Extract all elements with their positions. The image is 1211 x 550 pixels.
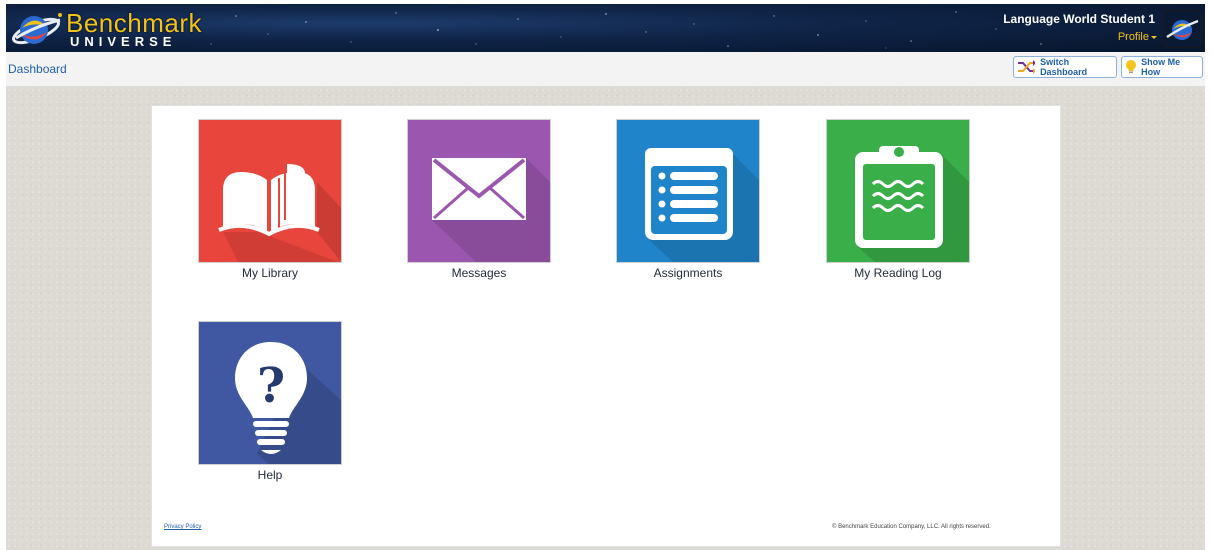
tile-my-reading-log[interactable] [826, 119, 970, 263]
clipboard-icon [855, 146, 969, 262]
avatar[interactable] [1163, 10, 1201, 48]
lightbulb-question-icon: ? [235, 342, 341, 464]
planet-avatar-icon [1166, 19, 1199, 40]
top-header: Benchmark UNIVERSE Language World Studen… [6, 4, 1205, 52]
shuffle-icon [1018, 60, 1036, 74]
show-me-how-button[interactable]: Show Me How [1121, 56, 1203, 78]
tile-help[interactable]: ? [198, 321, 342, 465]
dashboard-toolbar: Dashboard Switch Dashboard Show Me How [6, 52, 1205, 87]
tile-label-messages[interactable]: Messages [399, 266, 559, 280]
tile-label-my-library[interactable]: My Library [190, 266, 350, 280]
svg-text:?: ? [257, 358, 285, 414]
list-icon [645, 148, 759, 262]
user-name: Language World Student 1 [1003, 12, 1155, 26]
copyright-text: © Benchmark Education Company, LLC. All … [832, 524, 991, 530]
tile-my-library[interactable] [198, 119, 342, 263]
tile-label-assignments[interactable]: Assignments [608, 266, 768, 280]
tile-messages[interactable] [407, 119, 551, 263]
tile-assignments[interactable] [616, 119, 760, 263]
open-book-icon [218, 164, 341, 262]
profile-menu-link[interactable]: Profile [1118, 31, 1149, 43]
planet-logo-icon [12, 13, 62, 45]
brand-subtitle: UNIVERSE [70, 34, 177, 49]
envelope-icon [432, 158, 550, 262]
tile-label-my-reading-log[interactable]: My Reading Log [818, 266, 978, 280]
show-me-how-label: Show Me How [1141, 57, 1181, 77]
tile-label-help[interactable]: Help [190, 468, 350, 482]
privacy-policy-link[interactable]: Privacy Policy [164, 524, 201, 530]
switch-dashboard-button[interactable]: Switch Dashboard [1013, 56, 1117, 78]
chevron-down-icon[interactable] [1151, 36, 1157, 39]
switch-dashboard-label: Switch Dashboard [1040, 57, 1088, 77]
lightbulb-icon [1126, 60, 1136, 73]
benchmark-universe-logo[interactable]: Benchmark UNIVERSE [10, 6, 202, 52]
breadcrumb[interactable]: Dashboard [8, 62, 67, 76]
